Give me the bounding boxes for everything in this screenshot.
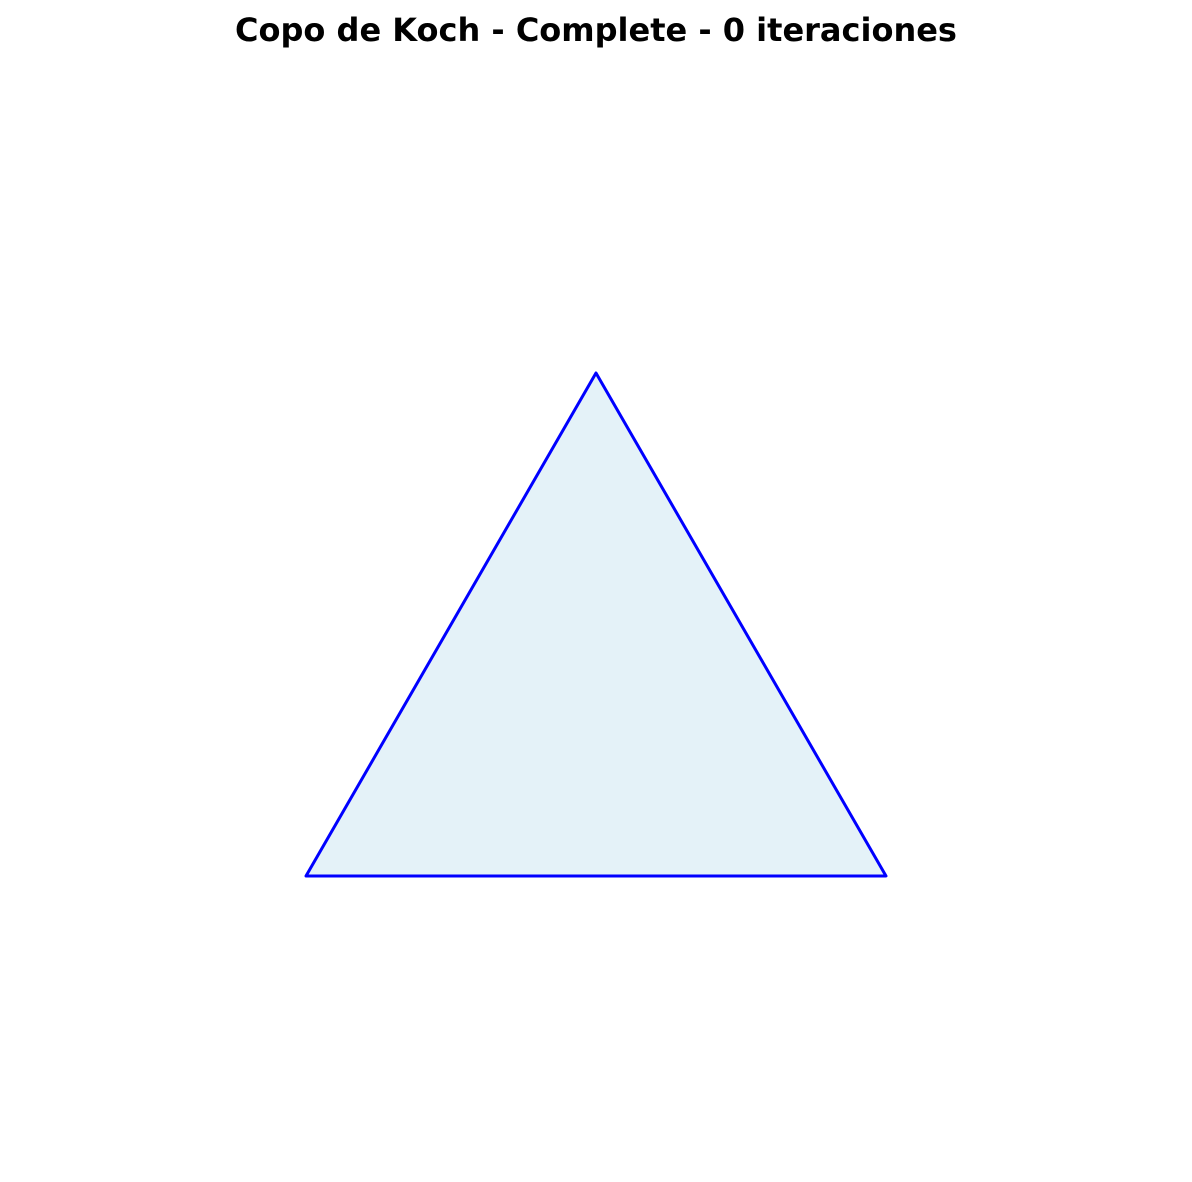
plot-area <box>304 371 888 878</box>
koch-snowflake-triangle <box>304 371 888 878</box>
